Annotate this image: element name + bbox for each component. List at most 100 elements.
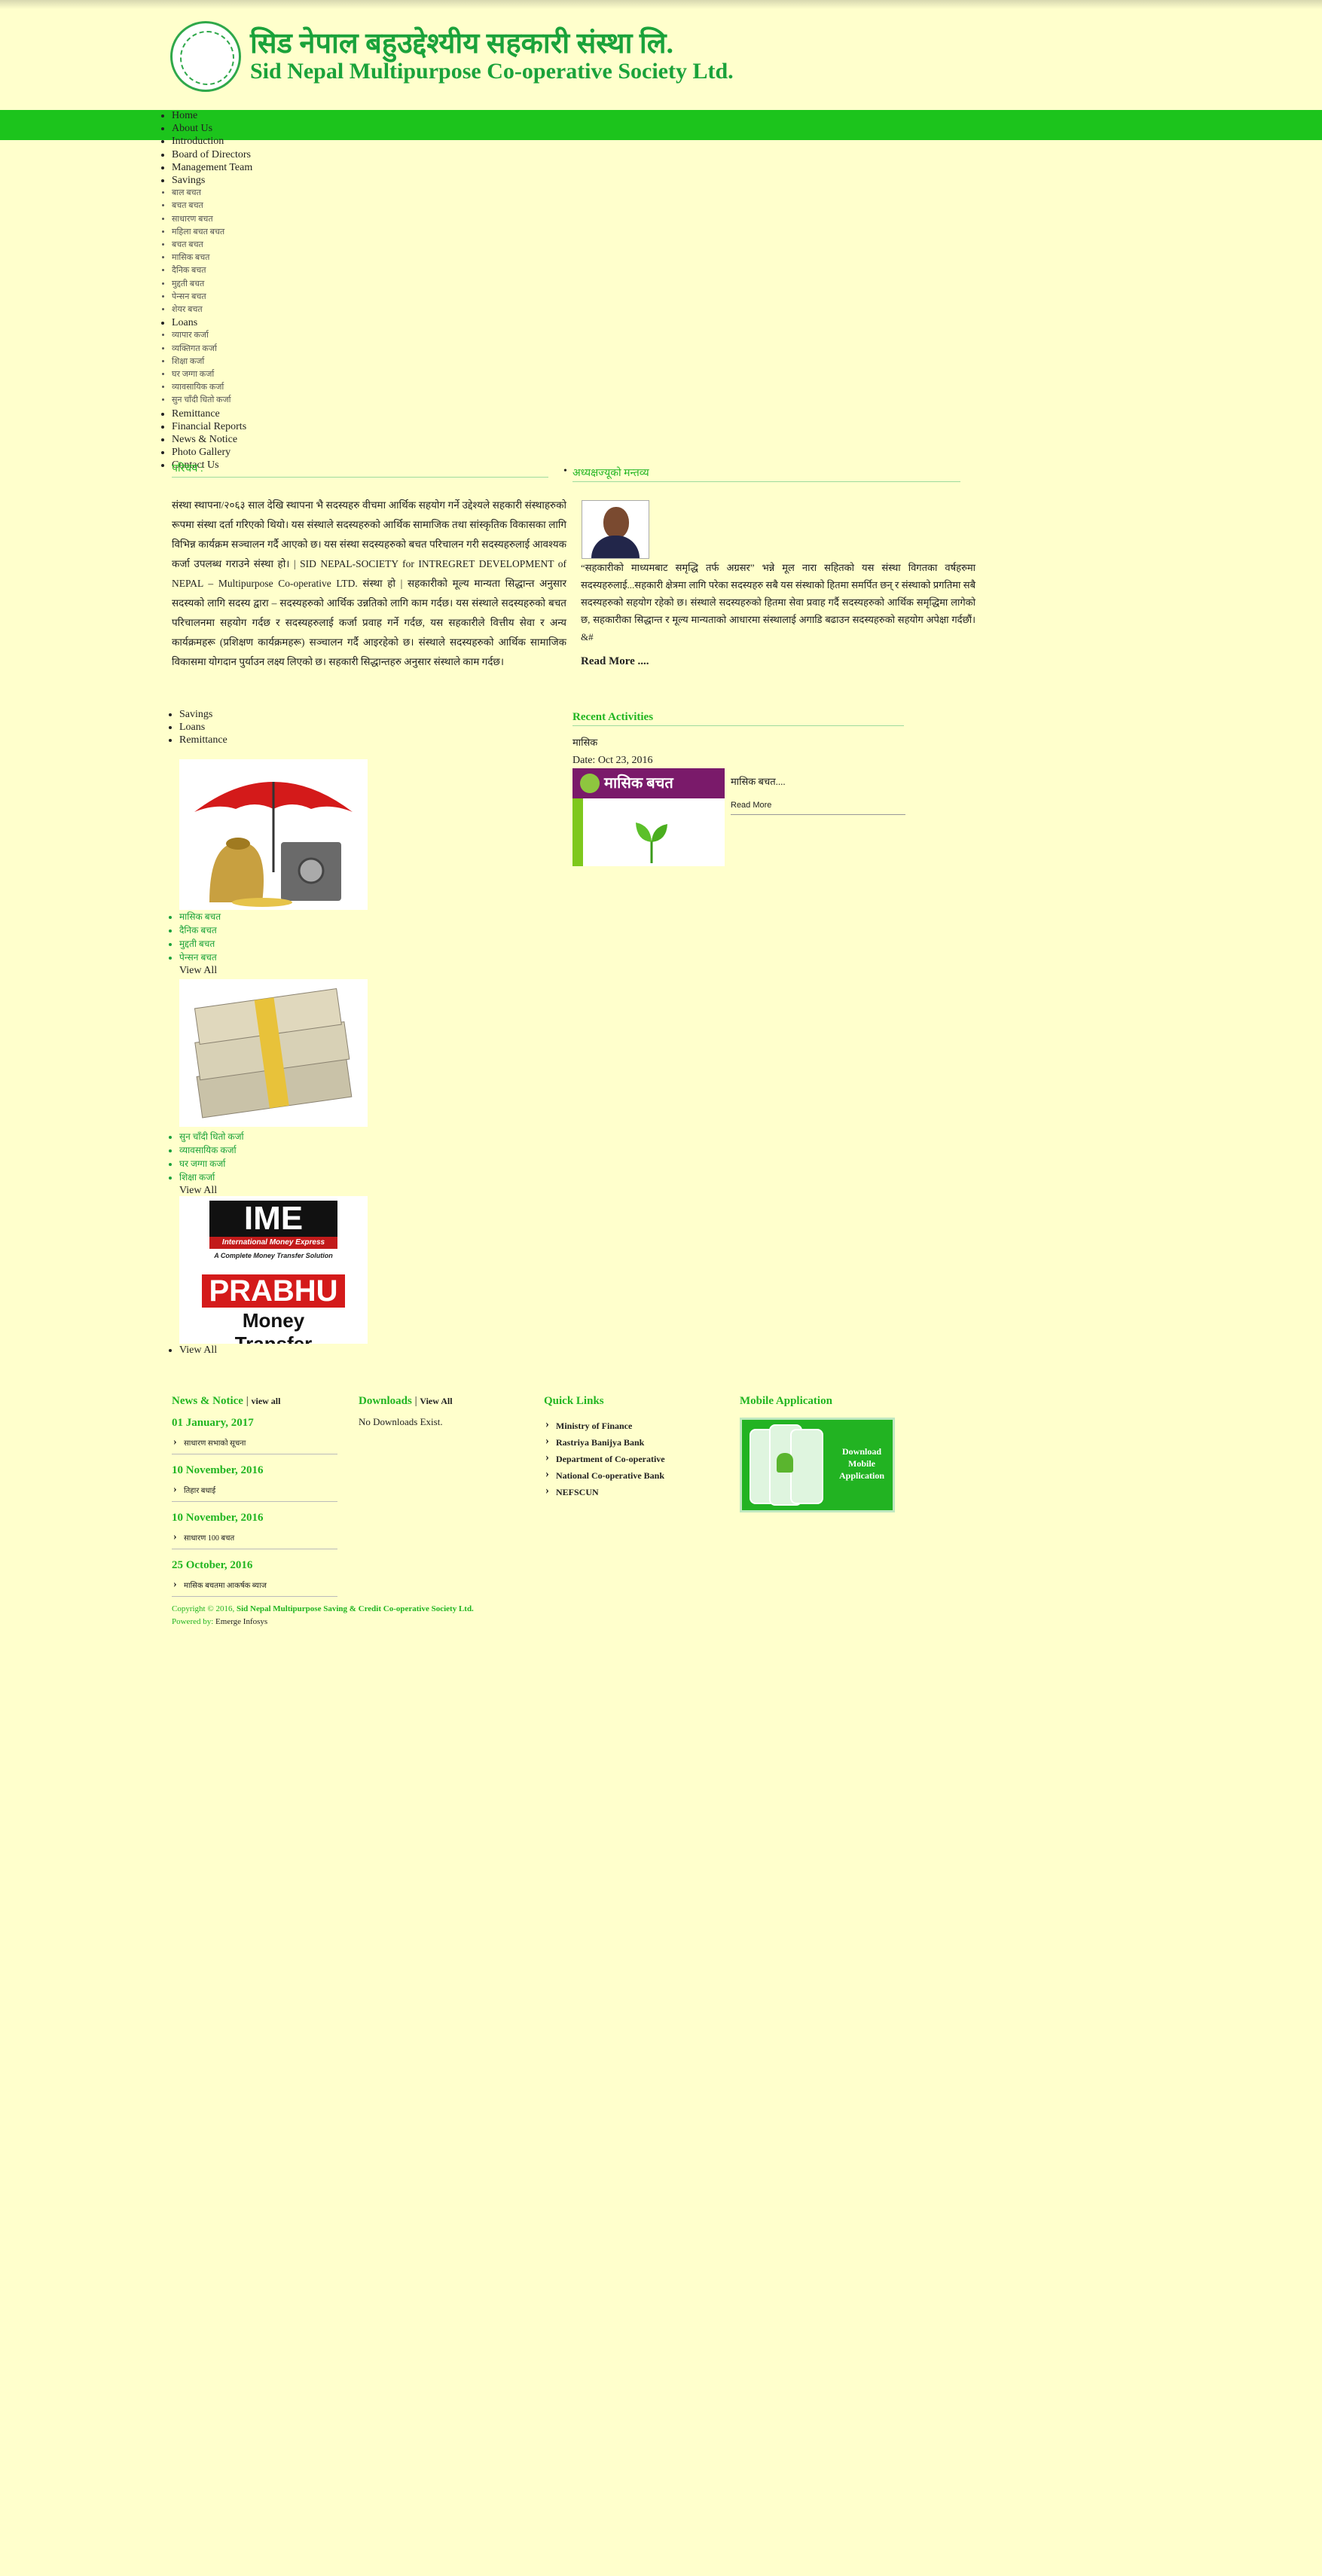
activity-excerpt: मासिक बचत.... [731,776,786,787]
downloads-view-all-link[interactable]: View All [420,1396,452,1406]
intro-title: परिचय : [172,461,548,478]
menu-item[interactable]: शेयर बचत [172,304,252,316]
menu-item[interactable]: व्यावसायिक कर्जा [172,381,252,394]
menu-item[interactable]: साधारण बचत [172,213,252,226]
news-item[interactable]: तिहार बधाई [172,1485,337,1502]
list-item[interactable]: घर जग्गा कर्जा [179,1157,368,1170]
logo-emblem-icon [170,21,241,92]
logo-title-np: सिड नेपाल बहुउद्देश्यीय सहकारी संस्था लि… [250,28,674,60]
list-item[interactable]: व्यावसायिक कर्जा [179,1143,368,1157]
message-title[interactable]: अध्यक्षज्यूको मन्तव्य [563,465,960,482]
tab-loans[interactable]: Loans [179,721,227,734]
menu-item[interactable]: Loans [172,316,252,329]
top-border [0,0,1322,9]
remittance-logos: IME International Money Express A Comple… [179,1196,368,1344]
menu-item[interactable]: सुन चाँदी धितो कर्जा [172,394,252,407]
mobile-app-title: Mobile Application [740,1395,832,1407]
list-item[interactable]: मुद्दती बचत [179,937,368,951]
menu-item[interactable]: घर जग्गा कर्जा [172,368,252,381]
news-view-all-link[interactable]: view all [251,1396,280,1406]
activity-read-more-link[interactable]: Read More [731,801,905,815]
service-tabs: Savings Loans Remittance [179,708,227,746]
menu-item[interactable]: पेन्सन बचत [172,291,252,304]
android-icon [777,1453,793,1473]
list-item[interactable]: मासिक बचत [179,910,368,923]
menu-item[interactable]: Home [172,109,252,122]
remittance-view-all-link[interactable]: View All [179,1344,368,1357]
list-item[interactable]: शिक्षा कर्जा [179,1170,368,1184]
remittance-panel: IME International Money Express A Comple… [179,1196,368,1357]
menu-item[interactable]: About Us [172,122,252,135]
list-item[interactable]: पेन्सन बचत [179,951,368,964]
menu-item[interactable]: Introduction [172,135,252,148]
message-text: “सहकारीको माध्यमबाट समृद्धि तर्फ अग्रसर”… [581,562,975,642]
ime-tagline: A Complete Money Transfer Solution [214,1252,333,1259]
loans-image [179,979,368,1130]
news-notice-title: News & Notice [172,1395,243,1407]
menu-item[interactable]: व्यापार कर्जा [172,329,252,342]
prabhu-subtitle: Money Transfer [234,1309,313,1344]
quick-link[interactable]: NEFSCUN [544,1482,665,1500]
quick-link[interactable]: National Co-operative Bank [544,1466,665,1484]
main-menu: HomeAbout UsIntroductionBoard of Directo… [172,109,252,472]
news-list: 01 January, 2017 साधारण सभाको सूचना 10 N… [172,1416,337,1606]
downloads-heading: Downloads | View All [359,1395,453,1407]
list-item[interactable]: दैनिक बचत [179,923,368,937]
menu-item[interactable]: Photo Gallery [172,446,252,459]
menu-item[interactable]: बचत बचत [172,239,252,252]
tab-remittance[interactable]: Remittance [179,734,227,746]
tab-savings[interactable]: Savings [179,708,227,721]
powered-by-link[interactable]: Emerge Infosys [215,1617,267,1626]
prabhu-logo: PRABHU [202,1274,345,1308]
news-notice-heading: News & Notice | view all [172,1395,281,1407]
loans-panel: सुन चाँदी धितो कर्जा व्यावसायिक कर्जा घर… [179,979,368,1198]
intro-text: संस्था स्थापना/२०६३ साल देखि स्थापना भै … [172,499,566,667]
menu-item[interactable]: बचत बचत [172,200,252,212]
message-read-more-link[interactable]: Read More .... [581,655,649,668]
news-date: 10 November, 2016 [172,1464,264,1476]
menu-item[interactable]: मासिक बचत [172,252,252,264]
quick-links-list: Ministry of Finance Rastriya Banijya Ban… [544,1416,665,1500]
news-date: 10 November, 2016 [172,1512,264,1524]
quick-link[interactable]: Department of Co-operative [544,1449,665,1467]
logo-title-en: Sid Nepal Multipurpose Co-operative Soci… [250,59,734,84]
download-app-button[interactable]: Download Mobile Application [740,1418,895,1512]
menu-item[interactable]: Financial Reports [172,420,252,433]
menu-item[interactable]: Savings [172,174,252,187]
news-item[interactable]: साधारण 100 बचत [172,1532,337,1549]
news-item[interactable]: साधारण सभाको सूचना [172,1437,337,1454]
recent-activities-title: Recent Activities [572,711,904,726]
menu-item[interactable]: महिला बचत बचत [172,226,252,239]
menu-item[interactable]: दैनिक बचत [172,264,252,277]
menu-item[interactable]: News & Notice [172,433,252,446]
quick-link[interactable]: Ministry of Finance [544,1416,665,1434]
list-item[interactable]: सुन चाँदी धितो कर्जा [179,1130,368,1143]
news-date: 01 January, 2017 [172,1417,254,1429]
ime-logo: IME International Money Express [209,1201,337,1249]
downloads-title: Downloads [359,1395,412,1407]
copyright: Copyright © 2016, Sid Nepal Multipurpose… [172,1604,474,1626]
savings-image [179,759,368,910]
copyright-org-link[interactable]: Sid Nepal Multipurpose Saving & Credit C… [237,1604,474,1613]
menu-item[interactable]: Management Team [172,161,252,174]
menu-item[interactable]: बाल बचत [172,187,252,200]
news-item[interactable]: मासिक बचतमा आकर्षक ब्याज [172,1579,337,1597]
savings-view-all-link[interactable]: View All [179,964,368,978]
menu-item[interactable]: मुद्दती बचत [172,278,252,291]
activity-title[interactable]: मासिक [572,735,597,749]
phone-icon [790,1429,823,1504]
quick-links-title: Quick Links [544,1395,604,1407]
menu-item[interactable]: Board of Directors [172,148,252,161]
activity-date: Date: Oct 23, 2016 [572,755,653,766]
site-logo[interactable]: सिड नेपाल बहुउद्देश्यीय सहकारी संस्था लि… [170,20,734,93]
quick-link[interactable]: Rastriya Banijya Bank [544,1433,665,1451]
activity-image[interactable]: मासिक बचत [572,768,725,866]
chairman-photo [582,500,649,559]
download-app-label: Download Mobile Application [838,1446,884,1481]
savings-panel: मासिक बचत दैनिक बचत मुद्दती बचत पेन्सन ब… [179,759,368,978]
downloads-empty-text: No Downloads Exist. [359,1416,443,1427]
news-date: 25 October, 2016 [172,1559,253,1571]
menu-item[interactable]: शिक्षा कर्जा [172,356,252,368]
menu-item[interactable]: Remittance [172,407,252,420]
menu-item[interactable]: व्यक्तिगत कर्जा [172,343,252,356]
